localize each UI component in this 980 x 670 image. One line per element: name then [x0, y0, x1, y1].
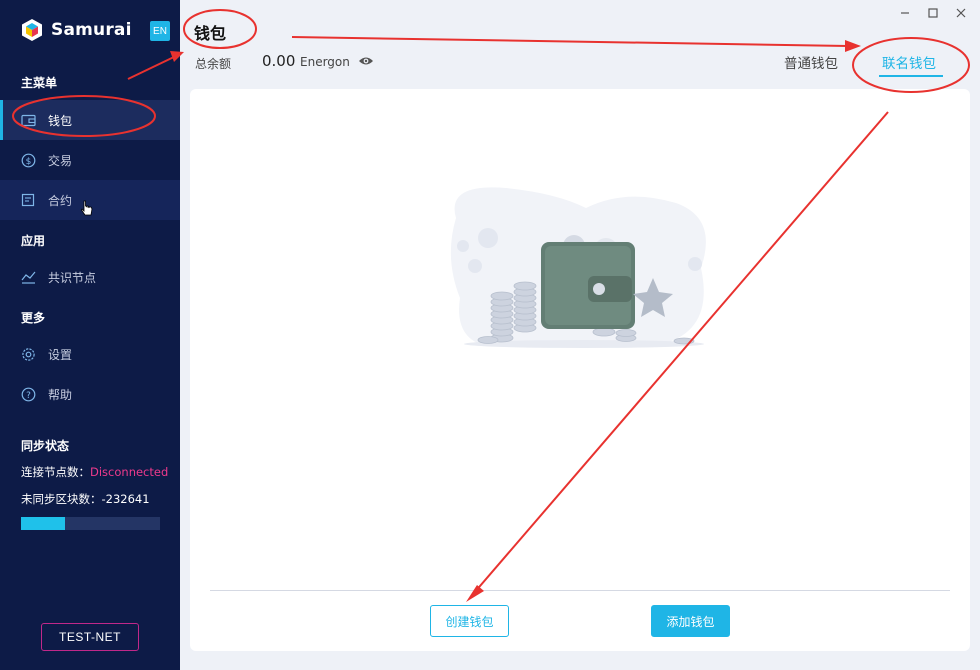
total-balance-label: 总余额: [195, 57, 232, 71]
mouse-cursor-icon: [81, 200, 93, 216]
unsynced-blocks-value: -232641: [101, 492, 150, 506]
create-wallet-button[interactable]: 创建钱包: [430, 605, 509, 637]
help-icon: ?: [20, 386, 36, 402]
sidebar-item-label: 交易: [48, 153, 73, 168]
wallet-icon: [20, 112, 36, 128]
tab-normal-wallet[interactable]: 普通钱包: [784, 52, 838, 72]
total-balance-value: 0.00: [262, 52, 296, 70]
language-toggle-button[interactable]: EN: [150, 21, 170, 41]
minimize-button[interactable]: [896, 4, 914, 22]
app-logo: Samurai: [20, 18, 132, 42]
unsynced-blocks-status: 未同步区块数：-232641: [21, 491, 150, 507]
dollar-circle-icon: $: [20, 152, 36, 168]
node-icon: [20, 269, 36, 285]
sidebar-item-settings[interactable]: 设置: [0, 334, 180, 374]
main-menu-title: 主菜单: [21, 76, 58, 90]
sidebar-item-help[interactable]: ? 帮助: [0, 374, 180, 414]
sidebar-item-label: 共识节点: [48, 270, 97, 285]
app-name: Samurai: [51, 20, 132, 40]
sidebar-item-consensus-nodes[interactable]: 共识节点: [0, 257, 180, 297]
apps-section-title: 应用: [21, 234, 46, 248]
network-badge[interactable]: TEST-NET: [41, 623, 139, 651]
connected-nodes-status: 连接节点数：Disconnected: [21, 464, 168, 480]
contract-icon: [20, 192, 36, 208]
gear-icon: [20, 346, 36, 362]
sidebar: Samurai EN 主菜单 钱包 $ 交易 合约 应用 共识节点 更多 设置: [0, 0, 180, 670]
sync-progress-fill: [21, 517, 66, 530]
sidebar-item-label: 合约: [48, 193, 73, 208]
tab-joint-wallet[interactable]: 联名钱包: [882, 52, 936, 72]
annotation-arrow-to-tab: [291, 36, 849, 47]
annotation-arrowhead-tab: [845, 40, 861, 52]
svg-text:$: $: [25, 157, 31, 167]
samurai-logo-icon: [22, 19, 42, 41]
window-controls: [896, 4, 970, 22]
unsynced-blocks-label: 未同步区块数：: [21, 492, 102, 506]
balance-unit: Energon: [300, 55, 350, 69]
active-tab-underline: [879, 75, 943, 77]
svg-text:?: ?: [26, 391, 31, 401]
sidebar-item-label: 钱包: [48, 113, 73, 128]
eye-icon[interactable]: [358, 55, 374, 67]
sync-status-title: 同步状态: [21, 439, 70, 453]
sync-progress-bar: [21, 517, 160, 530]
card-divider: [210, 590, 950, 591]
sidebar-item-wallet[interactable]: 钱包: [0, 100, 180, 140]
sidebar-item-label: 帮助: [48, 387, 73, 402]
close-button[interactable]: [952, 4, 970, 22]
more-section-title: 更多: [21, 311, 46, 325]
connected-nodes-value: Disconnected: [90, 465, 169, 479]
maximize-button[interactable]: [924, 4, 942, 22]
add-wallet-button[interactable]: 添加钱包: [651, 605, 730, 637]
empty-wallet-illustration: [450, 187, 706, 348]
wallet-list-card: [190, 89, 970, 651]
sidebar-item-label: 设置: [48, 347, 73, 362]
connected-nodes-label: 连接节点数：: [21, 465, 90, 479]
page-title: 钱包: [194, 24, 227, 43]
sidebar-item-transactions[interactable]: $ 交易: [0, 140, 180, 180]
